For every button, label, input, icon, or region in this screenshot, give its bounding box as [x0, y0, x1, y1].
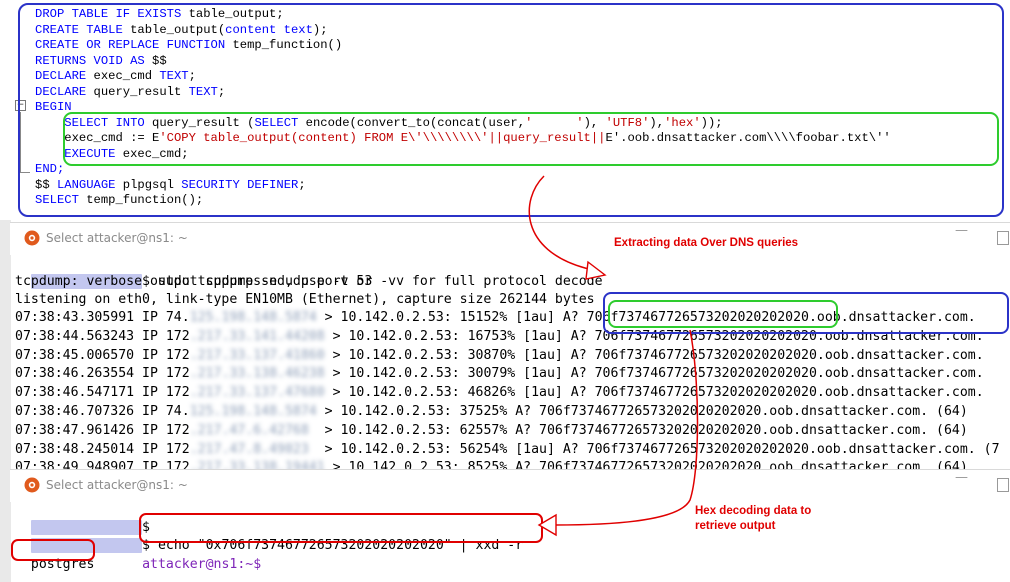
arrow-head-dns	[585, 260, 607, 280]
arrow-sql-to-dns	[528, 175, 601, 273]
arrow-dns-to-cmd	[554, 329, 699, 526]
annotation-arrows	[528, 175, 699, 537]
arrow-head-cmd	[537, 513, 557, 537]
